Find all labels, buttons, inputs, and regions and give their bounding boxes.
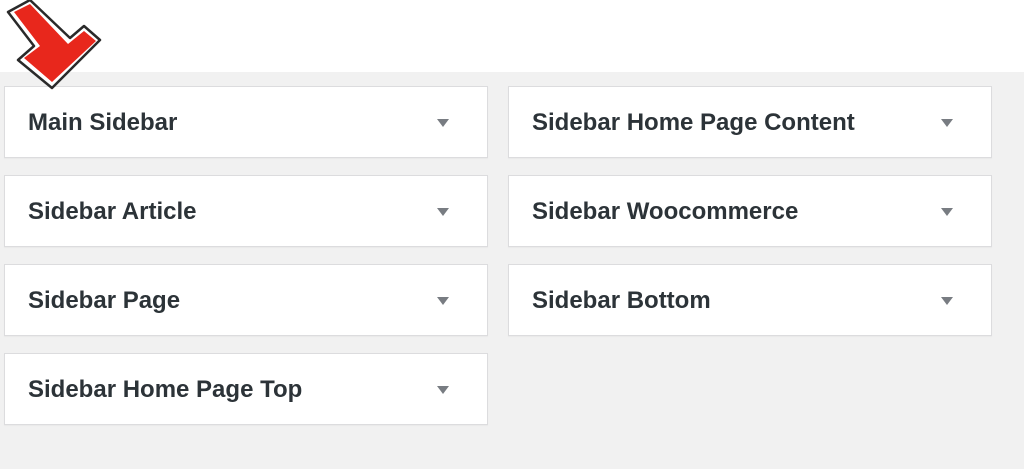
widget-area-home-page-top[interactable]: Sidebar Home Page Top — [4, 353, 488, 425]
chevron-down-icon[interactable] — [941, 208, 953, 216]
widget-area-article[interactable]: Sidebar Article — [4, 175, 488, 247]
chevron-down-icon[interactable] — [941, 119, 953, 127]
widget-area-title: Sidebar Home Page Content — [532, 109, 855, 136]
widget-area-home-page-content[interactable]: Sidebar Home Page Content — [508, 86, 992, 158]
chevron-down-icon[interactable] — [437, 208, 449, 216]
widget-area-bottom[interactable]: Sidebar Bottom — [508, 264, 992, 336]
chevron-down-icon[interactable] — [941, 297, 953, 305]
widget-area-title: Sidebar Article — [28, 198, 197, 225]
chevron-down-icon[interactable] — [437, 297, 449, 305]
widget-area-title: Sidebar Bottom — [532, 287, 711, 314]
widget-area-page[interactable]: Sidebar Page — [4, 264, 488, 336]
chevron-down-icon[interactable] — [437, 386, 449, 394]
widget-area-title: Sidebar Home Page Top — [28, 376, 303, 403]
header-area — [0, 0, 1024, 72]
chevron-down-icon[interactable] — [437, 119, 449, 127]
widget-area-title: Sidebar Page — [28, 287, 181, 314]
widget-area-woocommerce[interactable]: Sidebar Woocommerce — [508, 175, 992, 247]
red-arrow-icon — [6, 0, 102, 90]
widget-area-title: Sidebar Woocommerce — [532, 198, 799, 225]
